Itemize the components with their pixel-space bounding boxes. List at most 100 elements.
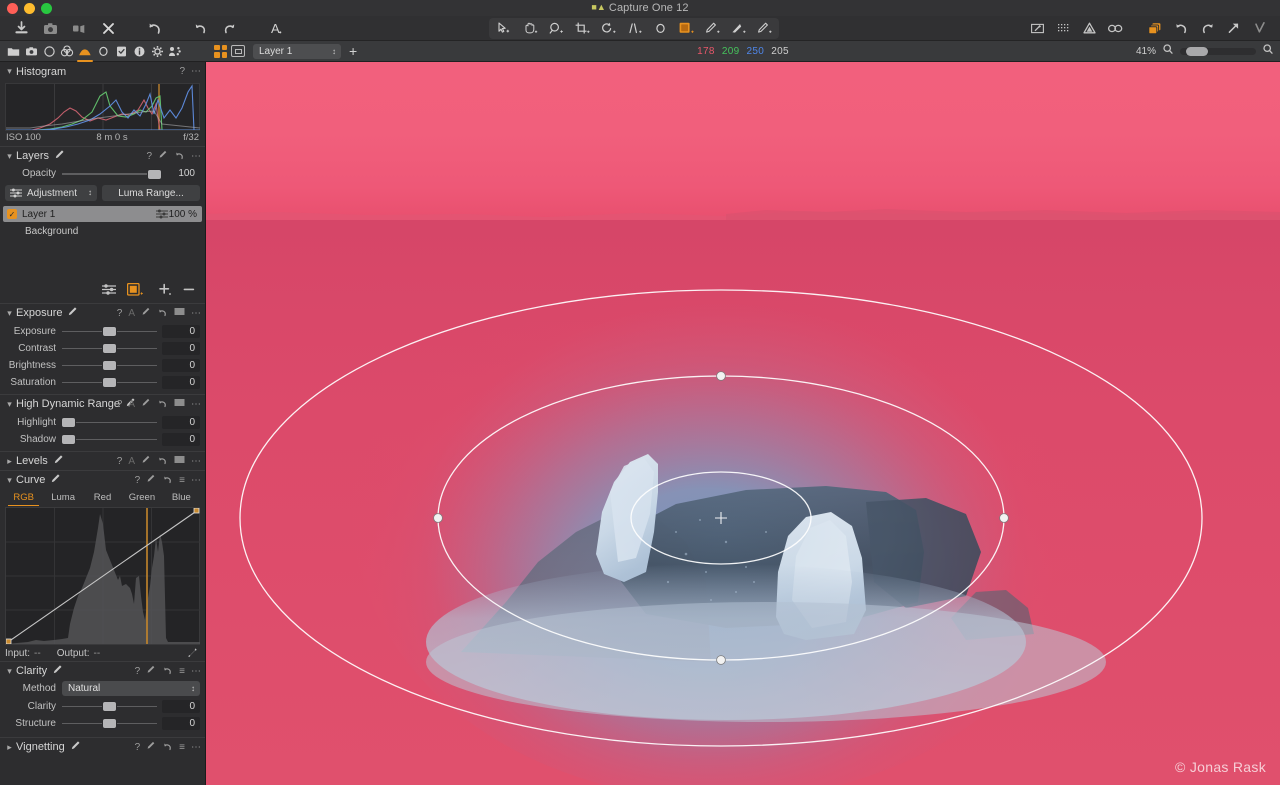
help-icon[interactable]: ? xyxy=(117,308,123,319)
highlight-slider[interactable] xyxy=(62,414,157,430)
curve-tab-red[interactable]: Red xyxy=(83,492,122,506)
import-images-icon[interactable] xyxy=(8,18,34,39)
grid-view-icon[interactable] xyxy=(214,45,227,58)
focus-mask-icon[interactable] xyxy=(1050,18,1076,39)
remove-layer-icon[interactable] xyxy=(183,283,195,298)
picker-icon[interactable] xyxy=(146,474,156,487)
picker-icon[interactable] xyxy=(141,307,151,320)
picker-icon[interactable] xyxy=(146,665,156,678)
auto-adjust-icon[interactable]: A xyxy=(128,399,135,410)
brush-icon[interactable] xyxy=(67,304,78,322)
brightness-slider-thumb[interactable] xyxy=(103,361,116,370)
exposure-slider[interactable] xyxy=(62,323,157,339)
saturation-slider-thumb[interactable] xyxy=(103,378,116,387)
brush-icon[interactable] xyxy=(50,471,61,489)
tab-exposure[interactable] xyxy=(76,41,94,62)
undo-icon[interactable] xyxy=(187,18,213,39)
tab-details[interactable] xyxy=(94,41,112,62)
exposure-warning-icon[interactable] xyxy=(1076,18,1102,39)
disclosure-closed-icon[interactable]: ▸ xyxy=(4,456,15,467)
zoom-slider[interactable] xyxy=(1180,48,1256,55)
brush-icon[interactable] xyxy=(70,738,81,756)
auto-adjust-icon[interactable]: A xyxy=(128,456,135,467)
contrast-value[interactable]: 0 xyxy=(162,342,200,355)
tab-lens[interactable] xyxy=(40,41,58,62)
layer-mix-icon[interactable] xyxy=(156,209,168,222)
tab-color[interactable] xyxy=(58,41,76,62)
clarity-value[interactable]: 0 xyxy=(162,700,200,713)
annotate-text-icon[interactable]: A xyxy=(262,18,288,39)
tab-library[interactable] xyxy=(4,41,22,62)
mask-type-icon[interactable] xyxy=(127,283,147,298)
highlight-slider-thumb[interactable] xyxy=(62,418,75,427)
reset-adjustments-icon[interactable] xyxy=(141,18,167,39)
rotate-tool-icon[interactable] xyxy=(595,18,621,39)
zoom-out-icon[interactable] xyxy=(1162,42,1174,60)
picker-icon[interactable] xyxy=(141,455,151,468)
pan-hand-tool-icon[interactable] xyxy=(517,18,543,39)
reset-icon[interactable] xyxy=(157,307,168,320)
help-icon[interactable]: ? xyxy=(117,399,123,410)
more-options-icon[interactable]: ⋯ xyxy=(191,66,201,77)
add-layer-plus-icon[interactable]: + xyxy=(349,44,357,58)
layer-settings-icon[interactable] xyxy=(102,284,116,297)
tab-adjustments[interactable] xyxy=(112,41,130,62)
picker-icon[interactable] xyxy=(146,741,156,754)
histogram-panel-header[interactable]: ▾ Histogram ? ⋯ xyxy=(0,62,205,81)
disclosure-open-icon[interactable]: ▾ xyxy=(4,151,15,162)
capture-pilot-icon[interactable] xyxy=(66,18,92,39)
preset-icon[interactable] xyxy=(174,455,185,467)
saturation-value[interactable]: 0 xyxy=(162,376,200,389)
reset-icon[interactable] xyxy=(174,150,185,163)
erase-mask-icon[interactable] xyxy=(751,18,777,39)
luma-range-button[interactable]: Luma Range... xyxy=(102,185,200,201)
reset-icon[interactable] xyxy=(157,455,168,468)
exposure-panel-header[interactable]: ▾ Exposure ? A ⋯ xyxy=(0,303,205,322)
opacity-slider[interactable] xyxy=(62,166,162,182)
brush-icon[interactable] xyxy=(53,452,64,470)
redo-icon[interactable] xyxy=(216,18,242,39)
tab-metadata[interactable] xyxy=(130,41,148,62)
spot-removal-tool-icon[interactable] xyxy=(647,18,673,39)
layer-visibility-checkbox[interactable]: ✓ xyxy=(7,209,17,219)
structure-slider-thumb[interactable] xyxy=(103,719,116,728)
draw-mask-brush-icon[interactable] xyxy=(699,18,725,39)
rotate-right-icon[interactable] xyxy=(1194,18,1220,39)
opacity-value[interactable]: 100 xyxy=(162,168,200,179)
export-arrow-icon[interactable] xyxy=(1220,18,1246,39)
keystone-tool-icon[interactable] xyxy=(621,18,647,39)
help-icon[interactable]: ? xyxy=(135,666,141,677)
saturation-slider[interactable] xyxy=(62,374,157,390)
pan-select-tool-icon[interactable] xyxy=(491,18,517,39)
clarity-method-dropdown[interactable]: Natural ↕ xyxy=(62,681,200,696)
shadow-slider[interactable] xyxy=(62,431,157,447)
curve-tab-rgb[interactable]: RGB xyxy=(4,492,43,506)
curve-tab-luma[interactable]: Luma xyxy=(43,492,82,506)
reset-icon[interactable] xyxy=(157,398,168,411)
more-options-icon[interactable]: ⋯ xyxy=(191,151,201,162)
disclosure-open-icon[interactable]: ▾ xyxy=(4,308,15,319)
tab-capture[interactable] xyxy=(22,41,40,62)
layer-selector-dropdown[interactable]: Layer 1 ↕ xyxy=(253,44,341,59)
curve-panel-header[interactable]: ▾ Curve ? ≡ ⋯ xyxy=(0,470,205,489)
more-options-icon[interactable]: ⋯ xyxy=(191,475,201,486)
contrast-slider[interactable] xyxy=(62,340,157,356)
list-icon[interactable]: ≡ xyxy=(179,742,185,753)
delete-icon[interactable] xyxy=(95,18,121,39)
opacity-slider-thumb[interactable] xyxy=(148,170,161,179)
gradient-mask-tool-icon[interactable] xyxy=(673,18,699,39)
image-viewer[interactable]: © Jonas Rask xyxy=(206,62,1280,785)
clarity-panel-header[interactable]: ▾ Clarity ? ≡ ⋯ xyxy=(0,661,205,680)
eyedropper-icon[interactable] xyxy=(186,647,198,662)
reset-icon[interactable] xyxy=(162,665,173,678)
curve-graph[interactable] xyxy=(5,507,200,645)
clarity-slider-thumb[interactable] xyxy=(103,702,116,711)
add-layer-icon[interactable] xyxy=(158,283,172,298)
preset-icon[interactable] xyxy=(174,307,185,319)
layer-row-layer-1[interactable]: ✓ Layer 1 100 % xyxy=(3,206,202,222)
highlight-value[interactable]: 0 xyxy=(162,416,200,429)
more-options-icon[interactable]: ⋯ xyxy=(191,399,201,410)
compare-variants-icon[interactable] xyxy=(1102,18,1128,39)
list-icon[interactable]: ≡ xyxy=(179,475,185,486)
layers-panel-header[interactable]: ▾ Layers ? ⋯ xyxy=(0,146,205,165)
